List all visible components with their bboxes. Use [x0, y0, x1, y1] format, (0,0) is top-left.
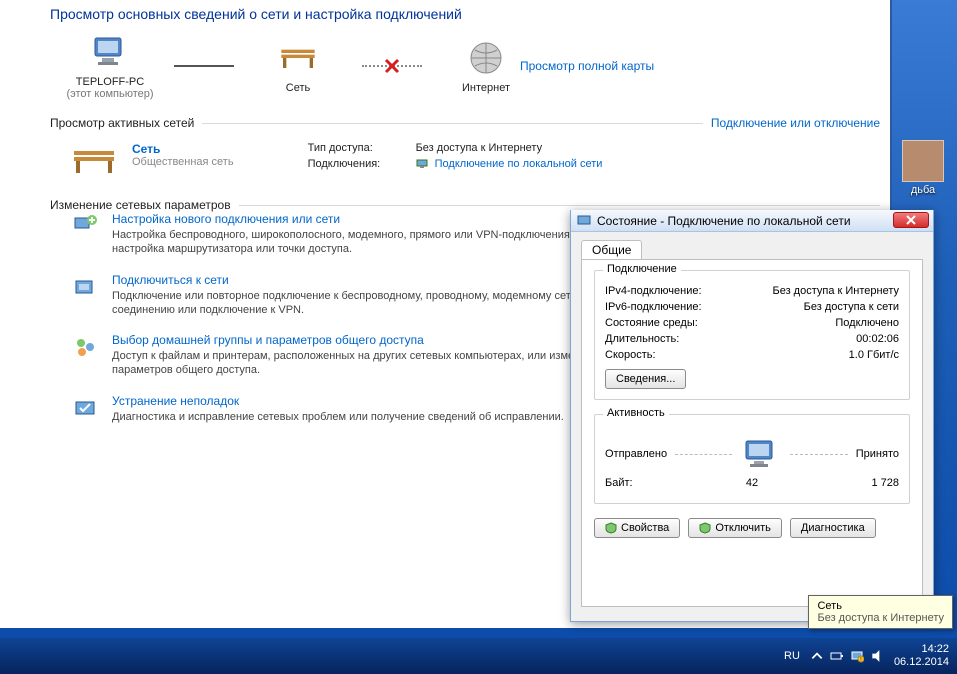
connect-disconnect-link[interactable]: Подключение или отключение	[711, 116, 880, 130]
bytes-recv-value: 1 728	[871, 477, 899, 489]
ipv6-label: IPv6-подключение:	[605, 301, 702, 313]
taskbar[interactable]: RU ! 14:22 06.12.2014	[0, 638, 957, 674]
speed-value: 1.0 Гбит/с	[849, 349, 899, 361]
group-activity: Активность Отправлено Принято Байт: 42 1…	[594, 414, 910, 504]
map-network-label: Сеть	[286, 82, 310, 94]
divider	[202, 123, 703, 124]
speed-label: Скорость:	[605, 349, 656, 361]
setting-title[interactable]: Устранение неполадок	[112, 394, 239, 408]
clock[interactable]: 14:22 06.12.2014	[894, 643, 949, 668]
bytes-sent-value: 42	[633, 477, 872, 489]
media-value: Подключено	[835, 317, 899, 329]
map-pc-sub: (этот компьютер)	[66, 88, 153, 100]
clock-date: 06.12.2014	[894, 656, 949, 669]
setting-title[interactable]: Настройка нового подключения или сети	[112, 212, 340, 226]
access-type-value: Без доступа к Интернету	[416, 142, 543, 154]
map-node-pc: TEPLOFF-PC(этот компьютер)	[50, 32, 170, 100]
computer-icon	[90, 32, 130, 72]
details-button[interactable]: Сведения...	[605, 369, 686, 389]
adapter-icon	[416, 159, 428, 169]
svg-text:!: !	[860, 657, 861, 663]
duration-value: 00:02:06	[856, 333, 899, 345]
homegroup-icon	[72, 333, 100, 361]
tray-chevron-icon[interactable]	[810, 649, 824, 663]
sent-label: Отправлено	[605, 448, 667, 460]
active-network-name[interactable]: Сеть	[132, 142, 160, 156]
adapter-icon	[577, 215, 591, 227]
bench-icon	[278, 38, 318, 78]
map-link-2-broken	[362, 65, 422, 67]
tab-content: Подключение IPv4-подключение: Без доступа…	[581, 259, 923, 607]
map-pc-label: TEPLOFF-PC	[76, 76, 144, 88]
clock-time: 14:22	[894, 643, 949, 656]
map-internet-label: Интернет	[462, 82, 510, 94]
recv-label: Принято	[856, 448, 899, 460]
ipv4-value: Без доступа к Интернету	[772, 285, 899, 297]
tooltip-line1: Сеть	[817, 600, 944, 612]
ipv4-label: IPv4-подключение:	[605, 285, 702, 297]
tooltip-line2: Без доступа к Интернету	[817, 612, 944, 624]
new-connection-icon	[72, 212, 100, 240]
language-indicator[interactable]: RU	[784, 650, 800, 662]
status-dialog-title: Состояние - Подключение по локальной сет…	[597, 214, 851, 228]
broken-link-icon	[384, 58, 400, 74]
view-full-map-link[interactable]: Просмотр полной карты	[520, 59, 654, 73]
connections-label: Подключения:	[308, 158, 408, 170]
shield-icon	[605, 522, 617, 534]
network-map: TEPLOFF-PC(этот компьютер) Сеть Интернет	[50, 32, 880, 100]
desktop-shortcut-label: дьба	[897, 184, 949, 196]
page-title: Просмотр основных сведений о сети и наст…	[50, 6, 880, 22]
volume-icon[interactable]	[870, 649, 884, 663]
divider	[239, 205, 880, 206]
connect-network-icon	[72, 273, 100, 301]
change-settings-header: Изменение сетевых параметров	[50, 198, 231, 212]
map-link-1	[174, 65, 234, 67]
shield-icon	[699, 522, 711, 534]
battery-icon[interactable]	[830, 649, 844, 663]
setting-desc: Диагностика и исправление сетевых пробле…	[112, 410, 564, 424]
group-legend: Подключение	[603, 263, 681, 275]
desktop-shortcut-thumb	[902, 140, 944, 182]
status-dialog-titlebar[interactable]: Состояние - Подключение по локальной сет…	[571, 210, 933, 232]
duration-label: Длительность:	[605, 333, 679, 345]
group-connection: Подключение IPv4-подключение:Без доступа…	[594, 270, 910, 400]
close-button[interactable]	[893, 212, 929, 228]
desktop-shortcut[interactable]: дьба	[897, 140, 949, 196]
bench-icon	[70, 142, 118, 180]
properties-button[interactable]: Свойства	[594, 518, 680, 538]
active-networks-header: Просмотр активных сетей	[50, 116, 194, 130]
diagnose-button[interactable]: Диагностика	[790, 518, 876, 538]
bytes-label: Байт:	[605, 477, 633, 489]
tab-general[interactable]: Общие	[581, 240, 642, 259]
group-legend: Активность	[603, 407, 669, 419]
system-tray: !	[810, 649, 884, 663]
network-tooltip: Сеть Без доступа к Интернету	[808, 595, 953, 629]
activity-computer-icon	[740, 437, 782, 471]
media-label: Состояние среды:	[605, 317, 698, 329]
access-type-label: Тип доступа:	[308, 142, 408, 154]
troubleshoot-icon	[72, 394, 100, 422]
connection-link[interactable]: Подключение по локальной сети	[435, 158, 603, 170]
disable-button[interactable]: Отключить	[688, 518, 782, 538]
status-dialog: Состояние - Подключение по локальной сет…	[570, 210, 934, 622]
setting-title[interactable]: Подключиться к сети	[112, 273, 229, 287]
map-node-network: Сеть	[238, 38, 358, 94]
setting-title[interactable]: Выбор домашней группы и параметров общег…	[112, 333, 424, 347]
active-network-type: Общественная сеть	[132, 156, 234, 168]
globe-icon	[466, 38, 506, 78]
network-tray-icon[interactable]: !	[850, 649, 864, 663]
ipv6-value: Без доступа к сети	[804, 301, 899, 313]
